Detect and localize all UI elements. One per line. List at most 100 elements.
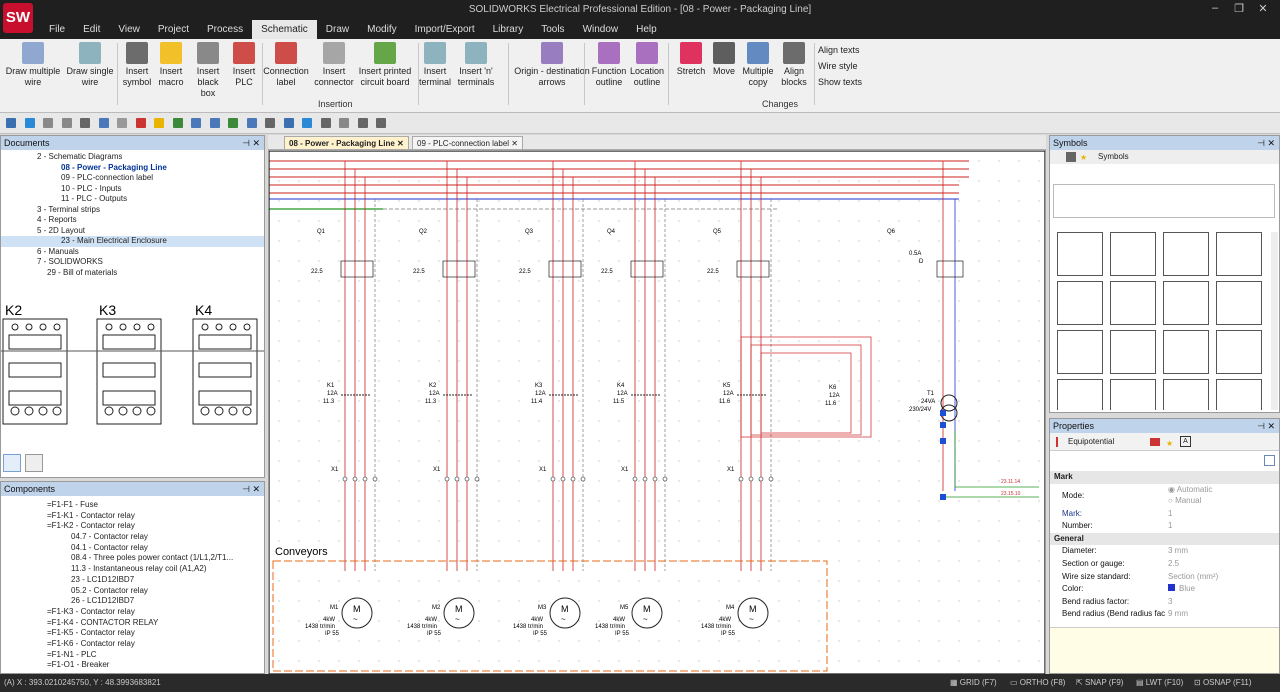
menu-library[interactable]: Library xyxy=(484,20,533,39)
multiple-copy-button[interactable]: Multiple copy xyxy=(740,42,776,88)
schematic-canvas[interactable]: Q1 22.5 K1 12A 11.3 X1 M ~ M1 4kW 1438 tr/min IP 55… xyxy=(268,150,1046,675)
document-tree-item[interactable]: 09 - PLC-connection label xyxy=(1,173,264,184)
document-tree-item[interactable]: 5 - 2D Layout xyxy=(1,226,264,237)
symbol-filter-box[interactable] xyxy=(1053,184,1275,218)
property-value[interactable]: Section (mm²) xyxy=(1168,571,1218,584)
property-value[interactable]: 3 xyxy=(1168,596,1172,609)
document-tree-item[interactable]: 08 - Power - Packaging Line xyxy=(1,163,264,174)
align-blocks-button[interactable]: Align blocks xyxy=(778,42,810,88)
symbol-button[interactable]: Insert symbol xyxy=(120,42,154,88)
menu-project[interactable]: Project xyxy=(149,20,198,39)
text-style-icon[interactable]: A xyxy=(1180,436,1191,447)
symbols-tab[interactable]: Symbols xyxy=(1098,152,1129,161)
menu-import-export[interactable]: Import/Export xyxy=(406,20,484,39)
symbol-tile[interactable] xyxy=(1110,379,1156,410)
symbol-tile[interactable] xyxy=(1057,232,1103,276)
n-terminals-button[interactable]: Insert 'n' terminals xyxy=(455,42,497,88)
component-tree-item[interactable]: 11.3 - Instantaneous relay coil (A1,A2) xyxy=(1,564,264,575)
plc-button[interactable]: Insert PLC xyxy=(228,42,260,88)
symbol-tile[interactable] xyxy=(1216,281,1262,325)
symbol-tile[interactable] xyxy=(1216,330,1262,374)
tab-power-packaging-line[interactable]: 08 - Power - Packaging Line ✕ xyxy=(284,136,409,150)
quick-tool-icon[interactable] xyxy=(191,118,201,128)
quick-tool-icon[interactable] xyxy=(228,118,238,128)
symbol-tile[interactable] xyxy=(1216,232,1262,276)
quick-tool-icon[interactable] xyxy=(43,118,53,128)
component-tree-item[interactable]: 23 - LC1D12IBD7 xyxy=(1,575,264,586)
quick-tool-icon[interactable] xyxy=(61,118,72,128)
symbol-tile[interactable] xyxy=(1057,330,1103,374)
quick-tool-icon[interactable] xyxy=(80,118,90,128)
symbol-tile[interactable] xyxy=(1216,379,1262,410)
menu-modify[interactable]: Modify xyxy=(358,20,405,39)
component-tree-item[interactable]: =F1-K1 - Contactor relay xyxy=(1,511,264,522)
terminal-button[interactable]: Insert terminal xyxy=(418,42,452,88)
symbol-tile[interactable] xyxy=(1110,232,1156,276)
symbols-scrollbar[interactable] xyxy=(1271,232,1278,410)
quick-tool-icon[interactable] xyxy=(357,118,368,128)
tab-plc-connection-label[interactable]: 09 - PLC-connection label ✕ xyxy=(412,136,523,150)
menu-help[interactable]: Help xyxy=(627,20,666,39)
document-tree-item[interactable]: 29 - Bill of materials xyxy=(1,268,264,279)
component-tree-item[interactable]: 05.2 - Contactor relay xyxy=(1,586,264,597)
document-tree-item[interactable]: 7 - SOLIDWORKS xyxy=(1,257,264,268)
quick-tool-icon[interactable] xyxy=(172,118,183,128)
quick-tool-icon[interactable] xyxy=(24,118,35,128)
document-tree-item[interactable]: 6 - Manuals xyxy=(1,247,264,258)
quick-tool-icon[interactable] xyxy=(320,118,331,128)
symbol-tile[interactable] xyxy=(1057,281,1103,325)
symbol-tile[interactable] xyxy=(1110,281,1156,325)
quick-tool-icon[interactable] xyxy=(265,118,275,128)
pin-icon[interactable]: ⊣ ✕ xyxy=(1257,136,1275,150)
component-tree-item[interactable]: =F1-K2 - Contactor relay xyxy=(1,521,264,532)
quick-tool-icon[interactable] xyxy=(6,118,16,128)
minimize-icon[interactable]: – xyxy=(1204,2,1226,18)
quick-tool-icon[interactable] xyxy=(98,118,109,128)
number-value[interactable]: 1 xyxy=(1168,520,1172,533)
menu-schematic[interactable]: Schematic xyxy=(252,20,317,39)
selection-grip[interactable] xyxy=(940,410,946,416)
location-outline-button[interactable]: Location outline xyxy=(628,42,666,88)
macro-star-button[interactable]: Insert macro xyxy=(154,42,188,88)
pin-icon[interactable]: ⊣ ✕ xyxy=(242,136,260,150)
pcb-button[interactable]: Insert printed circuit board xyxy=(356,42,414,88)
component-tree-item[interactable]: =F1-K6 - Contactor relay xyxy=(1,639,264,650)
quick-tool-icon[interactable] xyxy=(154,118,164,128)
symbol-tile[interactable] xyxy=(1163,281,1209,325)
component-tree-item[interactable]: =F1-O1 - Breaker xyxy=(1,660,264,671)
align-texts-button[interactable]: Align texts xyxy=(818,45,860,55)
property-value[interactable]: Blue xyxy=(1168,583,1195,596)
pin-icon[interactable]: ⊣ ✕ xyxy=(1257,419,1275,433)
connector-button[interactable]: Insert connector xyxy=(312,42,356,88)
close-icon[interactable]: ✕ xyxy=(1252,2,1274,18)
function-outline-button[interactable]: Function outline xyxy=(590,42,628,88)
menu-process[interactable]: Process xyxy=(198,20,252,39)
menu-window[interactable]: Window xyxy=(574,20,628,39)
schematic-drawing[interactable]: Q122.5K112A11.3X1M~M14kW1438 tr/minIP 55… xyxy=(269,151,1046,675)
document-tree-item[interactable]: 23 - Main Electrical Enclosure xyxy=(1,236,264,247)
component-tree-item[interactable]: =F1-F1 - Fuse xyxy=(1,500,264,511)
quick-tool-icon[interactable] xyxy=(302,118,312,128)
home-icon[interactable] xyxy=(1066,152,1076,162)
property-value[interactable]: 2.5 xyxy=(1168,558,1179,571)
symbol-tile[interactable] xyxy=(1110,330,1156,374)
properties-option-icon[interactable] xyxy=(1264,455,1275,466)
mark-value[interactable]: 1 xyxy=(1168,508,1172,521)
menu-draw[interactable]: Draw xyxy=(317,20,358,39)
zoom-preview-icon[interactable] xyxy=(3,454,21,472)
connection-label-button[interactable]: Connection label xyxy=(262,42,310,88)
ortho-toggle[interactable]: ▭ ORTHO (F8) xyxy=(1010,674,1065,692)
black-box-button[interactable]: Insert black box xyxy=(190,42,226,99)
selection-grip[interactable] xyxy=(940,494,946,500)
osnap-toggle[interactable]: ⊡ OSNAP (F11) xyxy=(1194,674,1252,692)
component-tree-item[interactable]: 04.1 - Contactor relay xyxy=(1,543,264,554)
grid-toggle[interactable]: ▦ GRID (F7) xyxy=(950,674,997,692)
document-tree-item[interactable]: 10 - PLC - Inputs xyxy=(1,184,264,195)
quick-tool-icon[interactable] xyxy=(376,118,386,128)
component-tree-item[interactable]: 04.7 - Contactor relay xyxy=(1,532,264,543)
restore-icon[interactable]: ❐ xyxy=(1228,2,1250,18)
component-tree-item[interactable]: =F1-K3 - Contactor relay xyxy=(1,607,264,618)
quick-tool-icon[interactable] xyxy=(209,118,220,128)
stretch-button[interactable]: Stretch xyxy=(674,42,708,77)
document-tree-item[interactable]: 3 - Terminal strips xyxy=(1,205,264,216)
